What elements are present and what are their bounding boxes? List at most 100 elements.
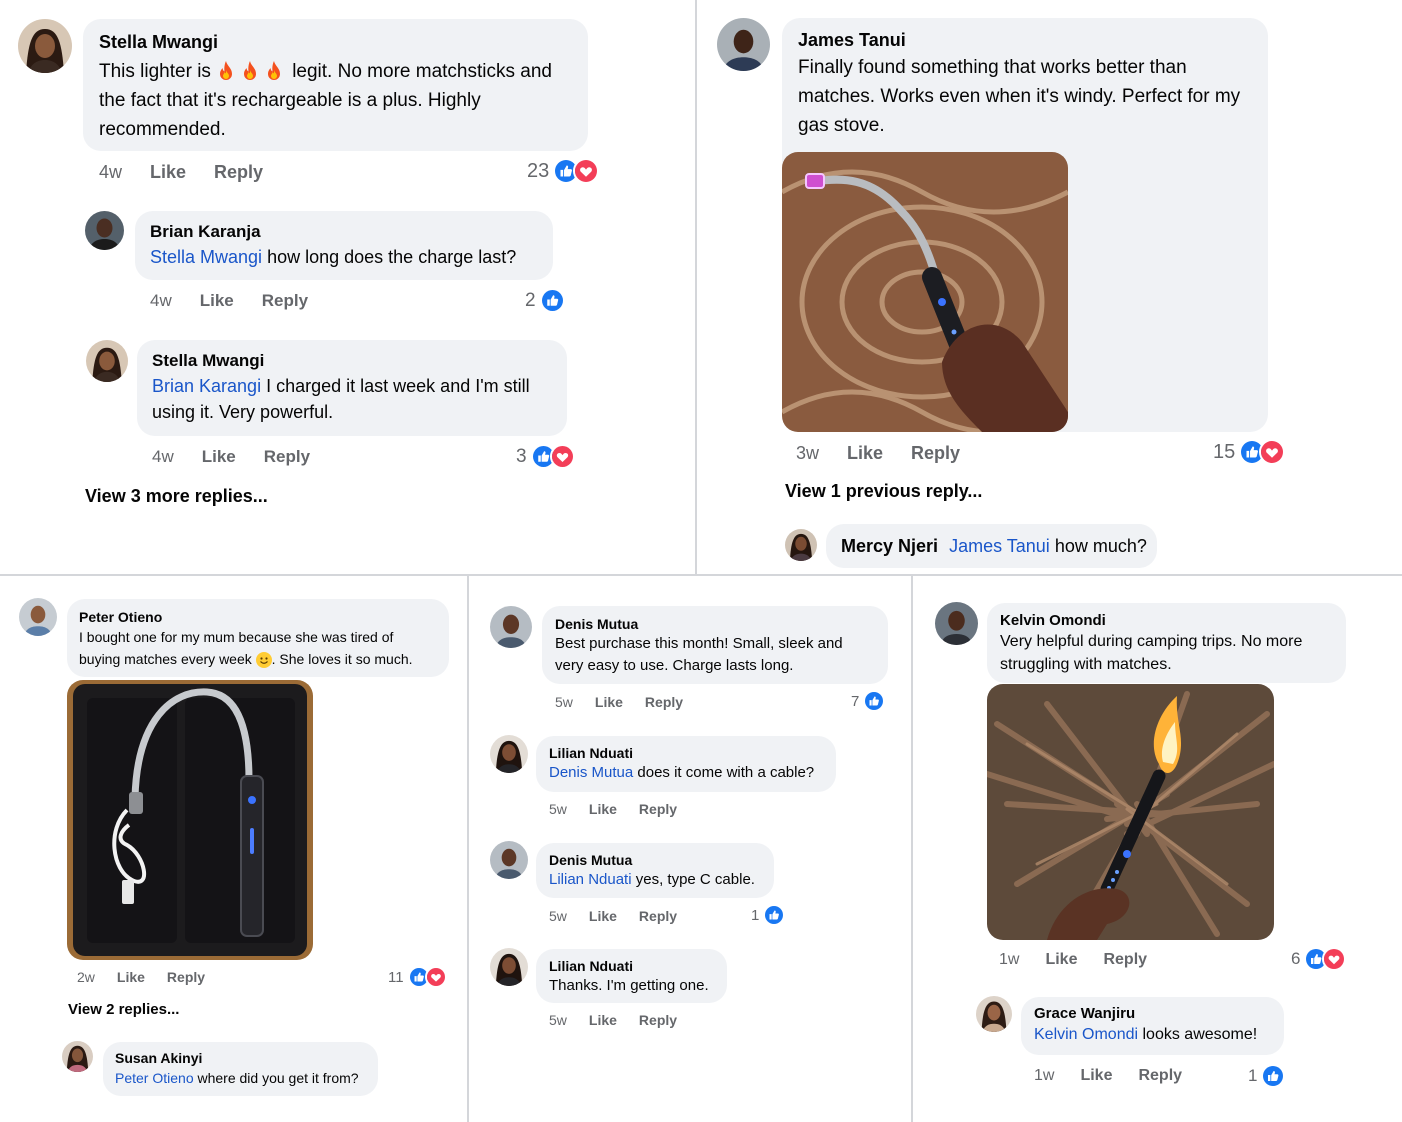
like-button[interactable]: Like <box>200 291 234 311</box>
mention-link[interactable]: Denis Mutua <box>549 764 633 781</box>
reaction-summary[interactable]: 23 <box>527 158 600 184</box>
reply-bubble: Brian Karanja Stella Mwangi how long doe… <box>135 211 553 280</box>
timestamp[interactable]: 4w <box>99 162 122 183</box>
like-button[interactable]: Like <box>847 443 883 464</box>
comment-thread-stella: Stella Mwangi This lighter is legit. No … <box>0 0 695 574</box>
comment-actions: 5w Like Reply <box>549 908 677 924</box>
comment-author[interactable]: Stella Mwangi <box>152 351 552 371</box>
reaction-summary[interactable]: 11 <box>388 966 447 988</box>
avatar-stella-mwangi[interactable] <box>18 19 72 73</box>
timestamp[interactable]: 1w <box>999 951 1019 969</box>
comment-author[interactable]: Lilian Nduati <box>549 957 714 975</box>
reply-button[interactable]: Reply <box>214 162 263 183</box>
reaction-summary[interactable]: 1 <box>1248 1064 1286 1088</box>
comment-author[interactable]: Grace Wanjiru <box>1034 1005 1271 1023</box>
reaction-summary[interactable]: 2 <box>525 288 565 313</box>
like-button[interactable]: Like <box>1080 1067 1112 1085</box>
view-more-replies-link[interactable]: View 3 more replies... <box>85 486 268 507</box>
reaction-summary[interactable]: 15 <box>1213 439 1286 465</box>
reaction-count: 1 <box>1248 1066 1258 1085</box>
reply-button[interactable]: Reply <box>639 908 677 924</box>
reaction-summary[interactable]: 3 <box>516 444 575 469</box>
lighter-lighting-firewood-photo[interactable] <box>987 684 1274 940</box>
reply-button[interactable]: Reply <box>264 447 310 467</box>
comment-author[interactable]: Mercy Njeri <box>841 536 938 556</box>
comment-bubble: Stella Mwangi This lighter is legit. No … <box>83 19 588 151</box>
timestamp[interactable]: 5w <box>549 908 567 924</box>
reaction-summary[interactable]: 1 <box>751 904 786 926</box>
view-previous-reply-link[interactable]: View 1 previous reply... <box>785 481 982 502</box>
comment-author[interactable]: James Tanui <box>798 29 1252 51</box>
reply-button[interactable]: Reply <box>639 1012 677 1028</box>
avatar-lilian-nduati[interactable] <box>490 948 528 986</box>
reaction-summary[interactable]: 7 <box>851 690 886 712</box>
comment-text: Kelvin Omondi looks awesome! <box>1034 1026 1258 1043</box>
timestamp[interactable]: 2w <box>77 969 95 985</box>
timestamp[interactable]: 1w <box>1034 1067 1054 1085</box>
mention-link[interactable]: Brian Karangi <box>152 376 261 396</box>
comment-text: Stella Mwangi how long does the charge l… <box>150 247 517 267</box>
like-button[interactable]: Like <box>589 801 617 817</box>
comment-actions: 4w Like Reply <box>152 447 310 467</box>
reply-button[interactable]: Reply <box>645 694 683 710</box>
like-button[interactable]: Like <box>150 162 186 183</box>
lighter-on-rug-photo[interactable] <box>782 152 1068 432</box>
comment-text: I bought one for my mum because she was … <box>79 629 413 669</box>
comment-author[interactable]: Lilian Nduati <box>549 744 823 762</box>
reply-button[interactable]: Reply <box>1103 951 1147 969</box>
timestamp[interactable]: 4w <box>150 291 172 311</box>
comment-thread-peter: Peter Otieno I bought one for my mum bec… <box>0 576 467 1122</box>
like-button[interactable]: Like <box>1045 951 1077 969</box>
reply-button[interactable]: Reply <box>262 291 308 311</box>
mention-link[interactable]: Kelvin Omondi <box>1034 1026 1138 1043</box>
like-button[interactable]: Like <box>595 694 623 710</box>
avatar-grace-wanjiru[interactable] <box>976 996 1012 1032</box>
timestamp[interactable]: 5w <box>555 694 573 710</box>
view-replies-link[interactable]: View 2 replies... <box>68 1001 179 1018</box>
avatar-james-tanui[interactable] <box>717 18 770 71</box>
smiling-face-emoji-icon <box>255 652 272 669</box>
timestamp[interactable]: 3w <box>796 443 819 464</box>
avatar-stella-mwangi[interactable] <box>86 340 128 382</box>
mention-link[interactable]: Stella Mwangi <box>150 247 262 267</box>
comment-text: This lighter is legit. No more matchstic… <box>99 61 552 140</box>
timestamp[interactable]: 5w <box>549 1012 567 1028</box>
like-icon <box>1261 1064 1286 1088</box>
mention-link[interactable]: James Tanui <box>949 536 1050 556</box>
avatar-peter-otieno[interactable] <box>19 598 57 636</box>
timestamp[interactable]: 5w <box>549 801 567 817</box>
mention-link[interactable]: Peter Otieno <box>115 1070 194 1086</box>
avatar-susan-akinyi[interactable] <box>62 1041 93 1072</box>
avatar-kelvin-omondi[interactable] <box>935 602 978 645</box>
avatar-denis-mutua[interactable] <box>490 606 532 648</box>
mention-link[interactable]: Lilian Nduati <box>549 871 632 888</box>
lighter-in-box-photo[interactable] <box>67 680 313 960</box>
comment-author[interactable]: Susan Akinyi <box>115 1049 366 1068</box>
comment-author[interactable]: Brian Karanja <box>150 222 538 242</box>
comment-text: Lilian Nduati yes, type C cable. <box>549 871 755 888</box>
like-button[interactable]: Like <box>202 447 236 467</box>
reply-button[interactable]: Reply <box>1138 1067 1182 1085</box>
reply-button[interactable]: Reply <box>911 443 960 464</box>
reaction-count: 2 <box>525 289 536 311</box>
avatar-mercy-njeri[interactable] <box>785 529 817 561</box>
reply-button[interactable]: Reply <box>167 969 205 985</box>
reply-button[interactable]: Reply <box>639 801 677 817</box>
comment-author[interactable]: Peter Otieno <box>79 608 437 626</box>
reply-bubble: Denis Mutua Lilian Nduati yes, type C ca… <box>536 843 774 898</box>
avatar-lilian-nduati[interactable] <box>490 735 528 773</box>
reaction-summary[interactable]: 6 <box>1291 947 1347 971</box>
like-button[interactable]: Like <box>589 908 617 924</box>
love-icon <box>573 158 600 184</box>
reaction-count: 15 <box>1213 440 1236 463</box>
reply-bubble: Susan Akinyi Peter Otieno where did you … <box>103 1042 378 1096</box>
avatar-brian-karanja[interactable] <box>85 211 124 250</box>
like-button[interactable]: Like <box>117 969 145 985</box>
comment-author[interactable]: Denis Mutua <box>555 615 875 633</box>
avatar-denis-mutua[interactable] <box>490 841 528 879</box>
comment-author[interactable]: Kelvin Omondi <box>1000 612 1333 630</box>
timestamp[interactable]: 4w <box>152 447 174 467</box>
comment-author[interactable]: Stella Mwangi <box>99 31 572 53</box>
like-button[interactable]: Like <box>589 1012 617 1028</box>
comment-author[interactable]: Denis Mutua <box>549 851 761 869</box>
